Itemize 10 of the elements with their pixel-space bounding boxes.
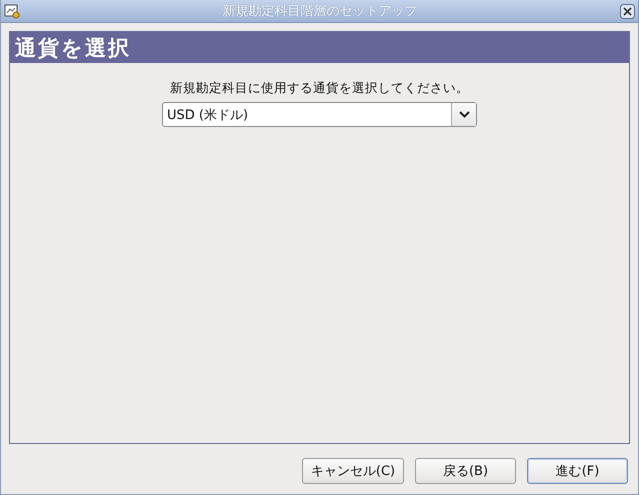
forward-button[interactable]: 進む(F) bbox=[527, 458, 628, 484]
app-icon bbox=[4, 3, 20, 19]
prompt-text: 新規勘定科目に使用する通貨を選択してください。 bbox=[170, 80, 469, 97]
close-icon[interactable] bbox=[620, 4, 635, 18]
currency-dropdown[interactable]: USD (米ドル) bbox=[162, 102, 477, 127]
page-heading: 通貨を選択 bbox=[10, 32, 629, 63]
window-title: 新規勘定科目階層のセットアップ bbox=[222, 3, 419, 20]
chevron-down-icon bbox=[458, 111, 470, 118]
cancel-button[interactable]: キャンセル(C) bbox=[302, 458, 404, 484]
back-button[interactable]: 戻る(B) bbox=[415, 458, 516, 484]
